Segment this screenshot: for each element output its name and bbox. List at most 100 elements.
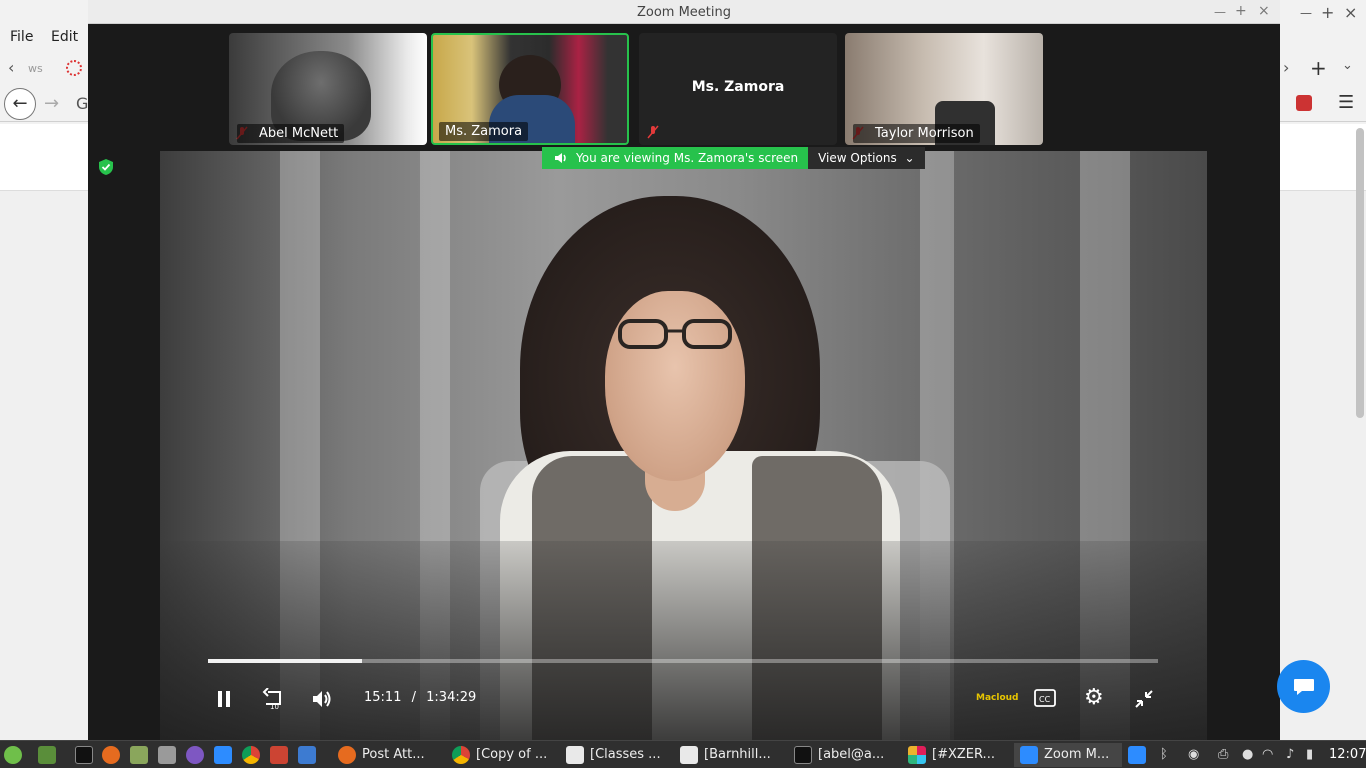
chrome-icon (452, 746, 470, 764)
svg-text:CC: CC (1039, 695, 1051, 704)
back-button[interactable]: ← (4, 88, 36, 120)
task-label: Post Att... (362, 747, 425, 762)
camera-launcher-icon[interactable] (158, 746, 176, 764)
current-time: 15:11 (364, 690, 402, 705)
total-duration: 1:34:29 (426, 690, 477, 705)
close-icon[interactable]: × (1258, 3, 1270, 19)
zoom-meeting-window: Zoom Meeting — + × Abel McNett Ms. Zamor… (88, 0, 1280, 740)
video-shadow (160, 541, 1207, 740)
task-zoom-meeting[interactable]: Zoom M... (1014, 743, 1122, 767)
app-launcher-icon[interactable] (298, 746, 316, 764)
chat-bubble-icon (1294, 679, 1314, 695)
minimize-icon[interactable]: — (1214, 5, 1226, 19)
show-desktop-icon[interactable] (38, 746, 56, 764)
pause-icon[interactable] (217, 690, 231, 708)
forward-icon[interactable]: → (44, 93, 59, 114)
encryption-shield-icon[interactable] (98, 158, 114, 176)
video-time-display: 15:11 / 1:34:29 (364, 690, 476, 705)
clock[interactable]: 12:07 (1329, 747, 1366, 762)
share-status-text: You are viewing Ms. Zamora's screen (576, 151, 799, 165)
firefox-icon (338, 746, 356, 764)
emacs-launcher-icon[interactable] (186, 746, 204, 764)
rewind-10-icon[interactable]: 10 (262, 688, 286, 710)
svg-text:10: 10 (270, 703, 279, 710)
participant-tile-zamora-video[interactable]: Ms. Zamora (431, 33, 629, 145)
screen-share-banner: You are viewing Ms. Zamora's screen View… (542, 147, 925, 169)
task-classes[interactable]: [Classes ... (560, 743, 672, 767)
shared-screen-video[interactable]: 10 15:11 / 1:34:29 Macloud CC ⚙ (160, 151, 1207, 740)
task-label: [Copy of ... (476, 747, 548, 762)
muted-mic-icon (647, 125, 659, 139)
firefox-launcher-icon[interactable] (102, 746, 120, 764)
task-terminal[interactable]: [abel@a... (788, 743, 900, 767)
taskbar: Post Att... [Copy of ... [Classes ... [B… (0, 740, 1366, 768)
files-launcher-icon[interactable] (130, 746, 148, 764)
zoom-launcher-icon[interactable] (214, 746, 232, 764)
settings-gear-icon[interactable]: ⚙ (1084, 685, 1104, 710)
task-label: [#XZER... (932, 747, 995, 762)
participant-tile-abel[interactable]: Abel McNett (229, 33, 427, 145)
browser-close-icon[interactable]: × (1344, 3, 1357, 22)
share-status: You are viewing Ms. Zamora's screen (542, 147, 809, 169)
browser-minimize-icon[interactable]: — (1300, 6, 1312, 20)
time-separator: / (411, 690, 416, 705)
calendar-launcher-icon[interactable] (270, 746, 288, 764)
browser-scrollbar[interactable] (1356, 128, 1364, 418)
task-copy-of[interactable]: [Copy of ... (446, 743, 558, 767)
mint-menu-icon[interactable] (4, 746, 22, 764)
task-label: [abel@a... (818, 747, 885, 762)
video-progress-fill (208, 659, 362, 663)
browser-maximize-icon[interactable]: + (1321, 3, 1334, 22)
reload-icon[interactable]: G (76, 94, 88, 113)
chat-support-button[interactable] (1277, 660, 1330, 713)
chart-app-icon (680, 746, 698, 764)
battery-icon[interactable]: ▮ (1306, 747, 1313, 762)
terminal-icon (794, 746, 812, 764)
menu-edit[interactable]: Edit (51, 29, 78, 45)
volume-icon[interactable] (311, 689, 333, 709)
zoom-icon (1020, 746, 1038, 764)
user-icon[interactable]: ● (1242, 747, 1253, 762)
new-tab-icon[interactable]: + (1310, 56, 1327, 80)
bluetooth-icon[interactable]: ᛒ (1160, 747, 1168, 762)
tab-list-chevron-icon[interactable]: ⌄ (1342, 58, 1353, 73)
participant-name: Abel McNett (237, 124, 345, 143)
exit-fullscreen-icon[interactable] (1134, 689, 1154, 709)
view-options-button[interactable]: View Options ⌄ (808, 147, 925, 169)
participant-name: Taylor Morrison (853, 124, 980, 143)
maximize-icon[interactable]: + (1235, 3, 1247, 19)
zoom-titlebar: Zoom Meeting — + × (88, 0, 1280, 24)
printer-icon[interactable]: ⎙ (1218, 747, 1228, 762)
menu-file[interactable]: File (10, 29, 33, 45)
video-glasses (618, 319, 732, 349)
task-barnhill[interactable]: [Barnhill... (674, 743, 786, 767)
provider-logo: Macloud (976, 693, 1019, 703)
speaker-icon (555, 153, 566, 163)
video-progress-bar[interactable] (208, 659, 1158, 663)
window-title: Zoom Meeting (636, 5, 732, 20)
task-post-attendance[interactable]: Post Att... (332, 743, 444, 767)
terminal-launcher-icon[interactable] (75, 746, 93, 764)
participant-tile-zamora-share[interactable]: Ms. Zamora (639, 33, 837, 145)
extension-icon[interactable] (1296, 95, 1312, 111)
task-slack[interactable]: [#XZER... (902, 743, 1010, 767)
hamburger-menu-icon[interactable]: ☰ (1338, 92, 1354, 113)
tab-fragment[interactable]: ws (28, 62, 43, 75)
participant-name: Ms. Zamora (439, 122, 529, 141)
tab-scroll-right-icon[interactable]: › (1283, 58, 1289, 77)
participant-name-center: Ms. Zamora (691, 79, 785, 95)
loading-icon (66, 60, 82, 76)
slack-icon (908, 746, 926, 764)
sound-icon[interactable]: ♪ (1286, 747, 1294, 762)
tab-scroll-left-icon[interactable]: ‹ (8, 58, 14, 77)
chrome-launcher-icon[interactable] (242, 746, 260, 764)
closed-captions-icon[interactable]: CC (1034, 689, 1056, 707)
shield-tray-icon[interactable]: ◉ (1188, 747, 1199, 762)
wifi-icon[interactable]: ◠ (1262, 747, 1273, 762)
task-label: Zoom M... (1044, 747, 1110, 762)
view-options-label: View Options (818, 151, 897, 165)
chart-app-icon (566, 746, 584, 764)
participant-tile-taylor[interactable]: Taylor Morrison (845, 33, 1043, 145)
zoom-tray-icon[interactable] (1128, 746, 1146, 764)
chevron-down-icon: ⌄ (904, 151, 915, 165)
